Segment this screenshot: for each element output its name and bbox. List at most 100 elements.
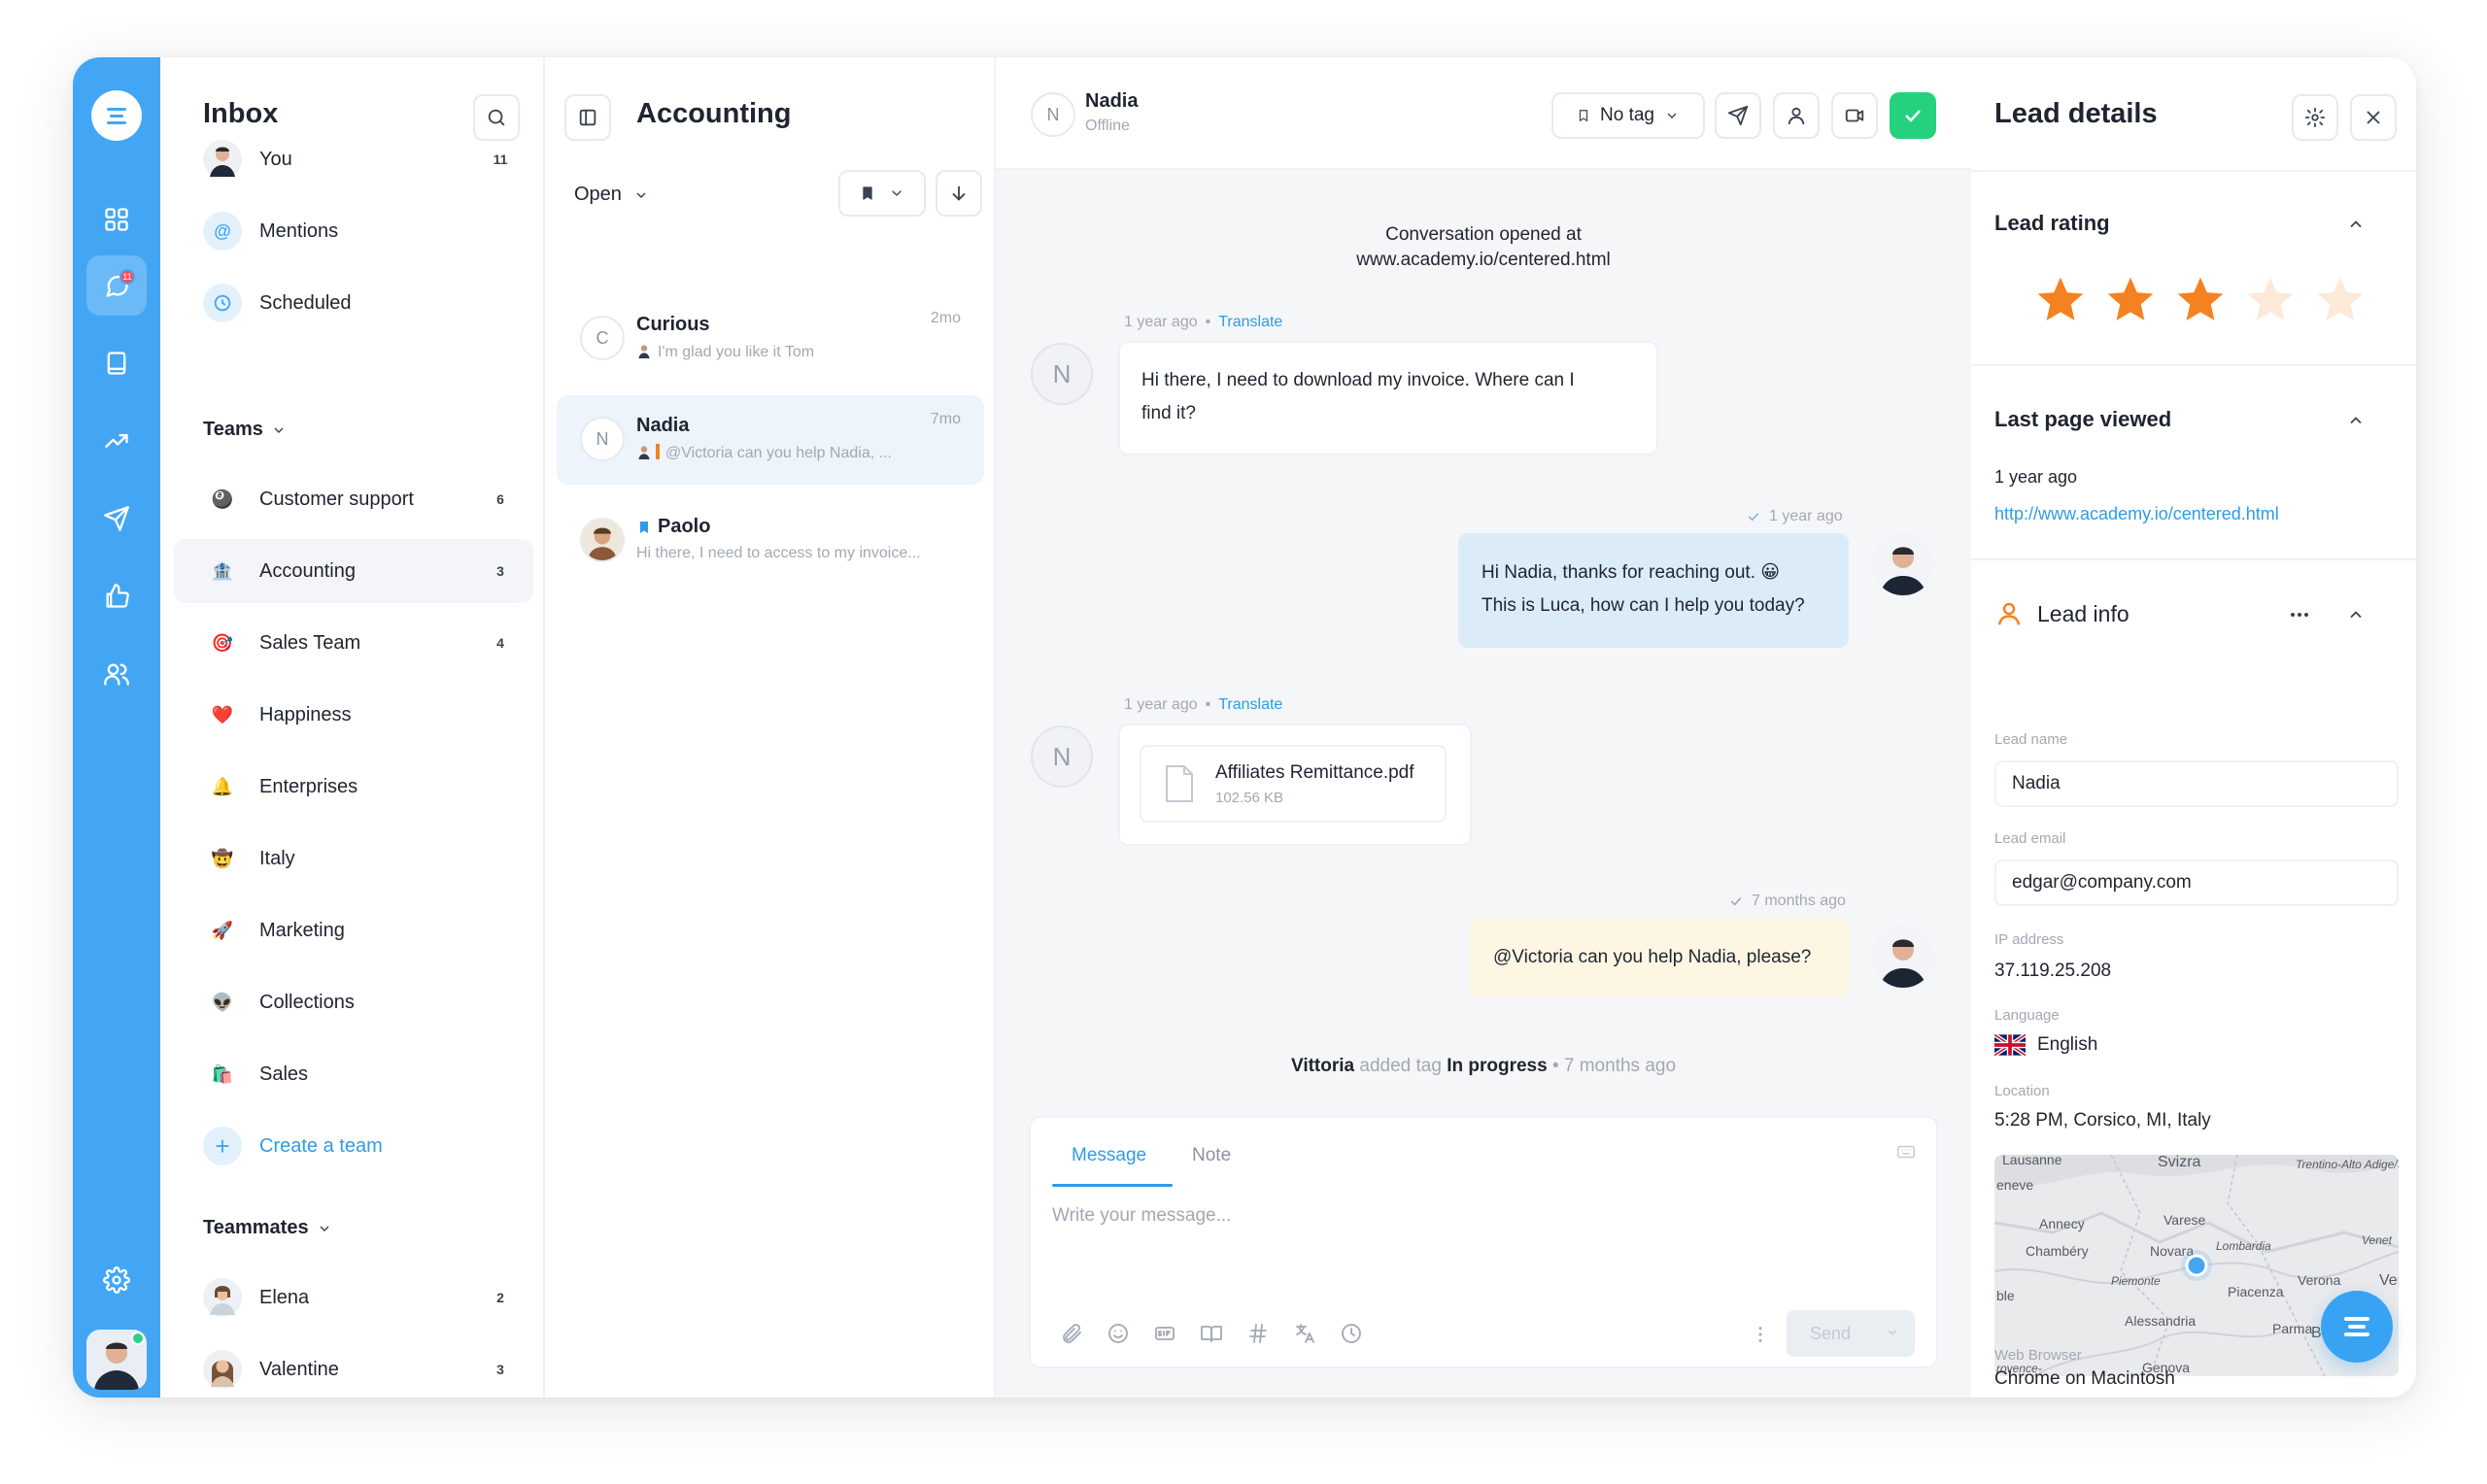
sidebar-item-label: Elena	[259, 1286, 310, 1308]
sidebar-item-you[interactable]: You 11	[174, 127, 533, 191]
conversation-item[interactable]: Paolo Hi there, I need to access to my i…	[557, 496, 984, 586]
sidebar-item-valentine[interactable]: Valentine 3	[174, 1337, 533, 1398]
lead-name-input[interactable]	[1994, 760, 2399, 807]
tag-dropdown[interactable]: No tag	[1551, 92, 1705, 139]
create-team-button[interactable]: + Create a team	[174, 1114, 533, 1178]
assign-button[interactable]	[1773, 92, 1820, 139]
more-vertical-icon[interactable]	[1750, 1324, 1771, 1345]
send-button[interactable]: Send	[1787, 1310, 1915, 1357]
book-icon[interactable]	[86, 333, 147, 393]
sidebar-item-sales-team[interactable]: 🎯 Sales Team 4	[174, 611, 533, 675]
status-filter-dropdown[interactable]: Open	[574, 184, 649, 206]
send-icon	[1727, 105, 1749, 126]
contact-avatar: N	[1031, 343, 1093, 405]
chevron-down-icon[interactable]	[1886, 1326, 1899, 1339]
star-empty-icon[interactable]	[2313, 273, 2368, 327]
file-attachment[interactable]: Affiliates Remittance.pdf 102.56 KB	[1140, 745, 1447, 823]
chat-panel: N Nadia Offline No tag Conversation open…	[996, 57, 1971, 1398]
translate-link[interactable]: Translate	[1218, 696, 1282, 714]
chevron-up-icon[interactable]	[2346, 411, 2366, 430]
star-rating[interactable]	[2033, 273, 2368, 327]
user-icon	[1997, 602, 2021, 625]
send-icon[interactable]	[86, 489, 147, 549]
web-browser-value: Chrome on Macintosh	[1994, 1368, 2175, 1389]
grid-icon[interactable]	[86, 189, 147, 250]
star-filled-icon[interactable]	[2103, 273, 2158, 327]
team-emoji-icon: 🔔	[211, 776, 234, 796]
star-filled-icon[interactable]	[2033, 273, 2088, 327]
message-composer: Message Note Send	[1029, 1116, 1938, 1368]
lead-email-input[interactable]	[1994, 860, 2399, 906]
inbox-chat-icon[interactable]: 11	[86, 255, 147, 316]
trending-icon[interactable]	[86, 411, 147, 471]
keyboard-icon[interactable]	[1895, 1141, 1917, 1163]
sort-button[interactable]	[936, 170, 982, 217]
sidebar-item-customer-support[interactable]: 🎱 Customer support 6	[174, 467, 533, 531]
paperclip-icon[interactable]	[1060, 1322, 1083, 1345]
conversation-item[interactable]: N Nadia 7mo @Victoria can you help Nadia…	[557, 395, 984, 485]
sidebar-item-sales[interactable]: 🛍️ Sales	[174, 1042, 533, 1106]
users-icon[interactable]	[86, 644, 147, 704]
chat-widget-button[interactable]	[2321, 1291, 2393, 1363]
settings-icon[interactable]	[86, 1250, 147, 1310]
sidebar-item-accounting[interactable]: 🏦 Accounting 3	[174, 539, 533, 603]
create-team-label: Create a team	[259, 1134, 383, 1157]
sidebar-item-scheduled[interactable]: Scheduled	[174, 271, 533, 335]
hashtag-icon[interactable]	[1246, 1322, 1270, 1345]
conversation-time: 7mo	[930, 411, 961, 427]
lead-settings-button[interactable]	[2292, 94, 2338, 141]
sidebar-item-marketing[interactable]: 🚀 Marketing	[174, 898, 533, 962]
sidebar-item-label: Scheduled	[259, 291, 352, 314]
map-label: Verona	[2298, 1272, 2341, 1288]
message-meta: 7 months ago	[1728, 893, 1846, 910]
sidebar-item-elena[interactable]: Elena 2	[174, 1265, 533, 1330]
toggle-sidebar-button[interactable]	[564, 94, 611, 141]
sidebar-item-collections[interactable]: 👽 Collections	[174, 970, 533, 1034]
sidebar-item-label: Valentine	[259, 1358, 339, 1380]
chevron-up-icon[interactable]	[2346, 605, 2366, 624]
language-value: English	[1994, 1034, 2097, 1056]
contact-name: Nadia	[1085, 90, 1139, 112]
clock-icon	[203, 284, 242, 322]
sidebar-item-italy[interactable]: 🤠 Italy	[174, 826, 533, 891]
active-tab-indicator	[1052, 1184, 1173, 1187]
message-input[interactable]	[1052, 1205, 1907, 1227]
star-filled-icon[interactable]	[2173, 273, 2228, 327]
conversation-item[interactable]: C Curious 2mo I'm glad you like it Tom	[557, 294, 984, 384]
thumbs-up-icon[interactable]	[86, 566, 147, 626]
chevron-down-icon	[892, 190, 902, 196]
map-label: Svizra	[2158, 1155, 2201, 1170]
tab-message[interactable]: Message	[1072, 1145, 1146, 1166]
message-meta: 1 year ago	[1746, 508, 1843, 525]
clock-icon[interactable]	[1340, 1322, 1363, 1345]
bookmark-filter-button[interactable]	[838, 170, 926, 217]
forward-button[interactable]	[1715, 92, 1761, 139]
tag-dropdown-label: No tag	[1600, 105, 1654, 125]
emoji-icon[interactable]	[1107, 1322, 1130, 1345]
teammates-header-label: Teammates	[203, 1217, 309, 1238]
star-empty-icon[interactable]	[2243, 273, 2298, 327]
close-button[interactable]	[2350, 94, 2397, 141]
chevron-up-icon[interactable]	[2346, 215, 2366, 234]
video-call-button[interactable]	[1831, 92, 1878, 139]
logo-icon[interactable]	[91, 90, 142, 141]
sidebar-item-happiness[interactable]: ❤️ Happiness	[174, 683, 533, 747]
sidebar-item-mentions[interactable]: @ Mentions	[174, 199, 533, 263]
tab-note[interactable]: Note	[1192, 1145, 1231, 1166]
teams-header[interactable]: Teams	[203, 419, 287, 441]
map-label: Annecy	[2039, 1216, 2085, 1231]
book-open-icon[interactable]	[1200, 1322, 1223, 1345]
translate-icon[interactable]	[1293, 1322, 1316, 1345]
sidebar-item-count: 4	[496, 635, 504, 651]
translate-link[interactable]: Translate	[1218, 314, 1282, 331]
current-user-avatar[interactable]	[86, 1330, 147, 1390]
gif-icon[interactable]	[1153, 1322, 1176, 1345]
video-icon	[1845, 109, 1864, 122]
resolve-button[interactable]	[1890, 92, 1936, 139]
last-page-url[interactable]: http://www.academy.io/centered.html	[1994, 504, 2279, 524]
user-icon	[1788, 107, 1805, 125]
more-horizontal-icon[interactable]	[2288, 603, 2311, 626]
sidebar-item-enterprises[interactable]: 🔔 Enterprises	[174, 755, 533, 819]
teammates-header[interactable]: Teammates	[203, 1217, 332, 1239]
teams-header-label: Teams	[203, 419, 263, 440]
